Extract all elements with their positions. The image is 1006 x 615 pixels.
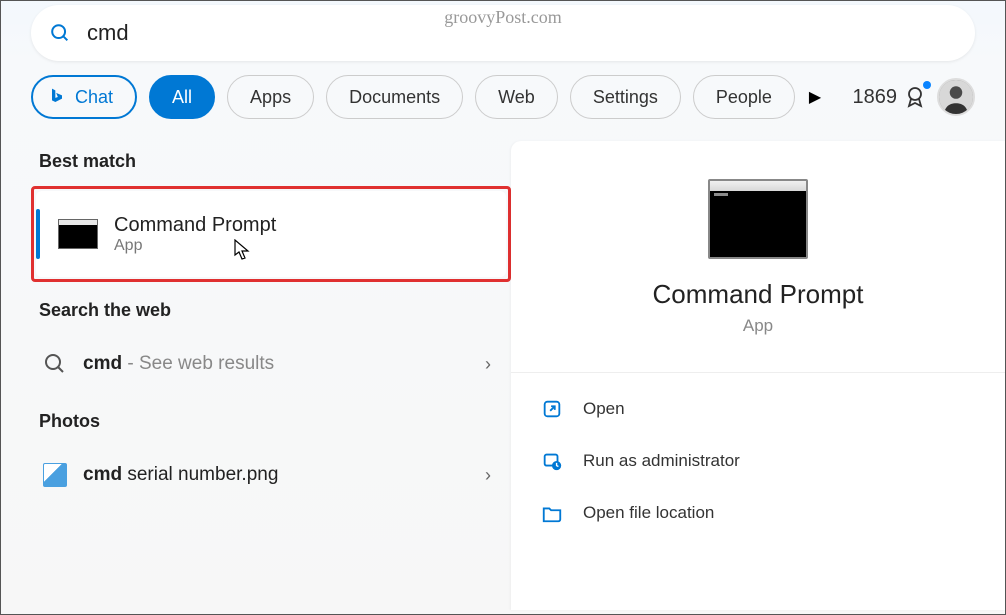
detail-subtitle: App bbox=[511, 316, 1005, 336]
selection-accent bbox=[36, 209, 40, 259]
points-value: 1869 bbox=[853, 86, 898, 109]
open-icon bbox=[541, 398, 563, 420]
filter-web[interactable]: Web bbox=[475, 75, 558, 119]
command-prompt-icon bbox=[58, 219, 98, 249]
notification-dot-icon bbox=[923, 81, 931, 89]
header-right: 1869 bbox=[853, 78, 976, 116]
search-icon bbox=[43, 352, 67, 376]
detail-panel: Command Prompt App Open Run as administr… bbox=[511, 141, 1005, 610]
best-match-result[interactable]: Command Prompt App bbox=[36, 191, 506, 277]
results-panel: Best match Command Prompt App Search the… bbox=[1, 137, 511, 610]
filter-people[interactable]: People bbox=[693, 75, 795, 119]
result-title: Command Prompt bbox=[114, 214, 276, 237]
open-action[interactable]: Open bbox=[511, 383, 1005, 435]
search-web-label: Search the web bbox=[39, 300, 511, 321]
filter-documents[interactable]: Documents bbox=[326, 75, 463, 119]
result-subtitle: App bbox=[114, 237, 276, 255]
search-icon bbox=[49, 22, 71, 44]
avatar[interactable] bbox=[937, 78, 975, 116]
web-result-text: cmd - See web results bbox=[83, 353, 274, 375]
chevron-right-icon: › bbox=[485, 465, 491, 486]
web-result-row[interactable]: cmd - See web results › bbox=[31, 335, 511, 393]
medal-icon bbox=[903, 85, 927, 109]
chat-pill[interactable]: Chat bbox=[31, 75, 137, 119]
photo-result-text: cmd serial number.png bbox=[83, 464, 278, 486]
shield-admin-icon bbox=[541, 450, 563, 472]
photo-result-row[interactable]: cmd serial number.png › bbox=[31, 446, 511, 504]
chevron-right-icon: › bbox=[485, 354, 491, 375]
detail-title: Command Prompt bbox=[511, 279, 1005, 310]
annotation-highlight: Command Prompt App bbox=[31, 186, 511, 282]
filter-apps[interactable]: Apps bbox=[227, 75, 314, 119]
run-admin-action[interactable]: Run as administrator bbox=[511, 435, 1005, 487]
more-filters-arrow[interactable]: ▶ bbox=[809, 87, 821, 107]
filter-settings[interactable]: Settings bbox=[570, 75, 681, 119]
admin-label: Run as administrator bbox=[583, 451, 740, 471]
open-location-action[interactable]: Open file location bbox=[511, 487, 1005, 539]
filter-row: Chat All Apps Documents Web Settings Peo… bbox=[1, 61, 1005, 137]
folder-icon bbox=[541, 502, 563, 524]
rewards-points[interactable]: 1869 bbox=[853, 85, 928, 109]
location-label: Open file location bbox=[583, 503, 714, 523]
filter-all[interactable]: All bbox=[149, 75, 215, 119]
bing-icon bbox=[47, 87, 67, 107]
command-prompt-icon bbox=[708, 179, 808, 259]
content-area: Best match Command Prompt App Search the… bbox=[1, 137, 1005, 610]
chat-label: Chat bbox=[75, 87, 113, 108]
cursor-icon bbox=[234, 239, 250, 261]
photos-label: Photos bbox=[39, 411, 511, 432]
best-match-label: Best match bbox=[39, 151, 511, 172]
open-label: Open bbox=[583, 399, 625, 419]
actions-list: Open Run as administrator Open file loca… bbox=[511, 372, 1005, 539]
watermark-text: groovyPost.com bbox=[444, 7, 562, 28]
image-file-icon bbox=[43, 463, 67, 487]
